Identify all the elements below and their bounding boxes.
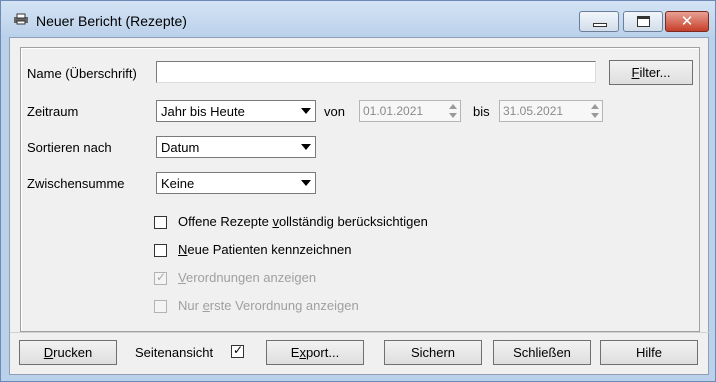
close-window-button[interactable]: ✕ [665,11,709,32]
subtotal-value: Keine [161,176,195,191]
close-icon: ✕ [680,13,694,30]
filter-button[interactable]: Filter... [609,60,693,85]
filter-label-rest: ilter... [639,65,671,80]
spinner-icon[interactable] [589,102,601,120]
spinner-icon[interactable] [447,102,459,120]
option-label-neue-patienten[interactable]: Neue Patienten kennzeichnen [178,242,351,257]
bis-label: bis [473,104,490,119]
save-button[interactable]: Sichern [384,340,482,365]
name-input[interactable] [156,61,596,83]
help-button[interactable]: Hilfe [600,340,698,365]
checkbox-erste-verordnung [154,300,167,313]
report-dialog-window: Neuer Bericht (Rezepte) ✕ Name (Überschr… [0,0,716,382]
maximize-button[interactable] [623,11,663,32]
checkbox-neue-patienten[interactable] [154,244,167,257]
minimize-button[interactable] [579,11,619,32]
von-label: von [324,104,345,119]
options-panel: Name (Überschrift) Filter... Zeitraum Ja… [20,47,700,332]
zeitraum-select[interactable]: Jahr bis Heute [156,100,316,122]
close-button[interactable]: Schließen [493,340,591,365]
sort-value: Datum [161,140,200,155]
window-title: Neuer Bericht (Rezepte) [36,13,187,29]
checkbox-offene-rezepte[interactable] [154,216,167,229]
title-bar[interactable]: Neuer Bericht (Rezepte) ✕ [1,1,715,35]
bis-date-picker[interactable]: 31.05.2021 [499,100,603,122]
export-label-rest: port... [305,345,340,360]
option-label-offene-rezepte[interactable]: Offene Rezepte vollständig berücksichtig… [178,214,428,229]
subtotal-select[interactable]: Keine [156,172,316,194]
minimize-icon [593,23,607,27]
print-label-first: D [43,345,54,360]
print-label-rest: rucken [53,345,93,360]
sort-select[interactable]: Datum [156,136,316,158]
dialog-body: Name (Überschrift) Filter... Zeitraum Ja… [9,37,710,375]
von-date-picker[interactable]: 01.01.2021 [359,100,461,122]
bis-date-value: 31.05.2021 [503,104,564,118]
chevron-down-icon[interactable] [297,173,315,193]
von-date-value: 01.01.2021 [363,104,424,118]
export-button[interactable]: Export... [266,340,364,365]
zeitraum-value: Jahr bis Heute [161,104,245,119]
check-icon: ✓ [232,343,244,357]
preview-checkbox[interactable]: ✓ [231,343,244,358]
subtotal-label: Zwischensumme [27,176,125,191]
checkbox-verordnungen: ✓ [154,270,167,285]
zeitraum-label: Zeitraum [27,104,79,119]
chevron-down-icon[interactable] [297,137,315,157]
check-icon: ✓ [155,270,167,284]
maximize-icon [637,16,650,27]
option-label-verordnungen: Verordnungen anzeigen [178,270,317,285]
option-label-erste-verordnung: Nur erste Verordnung anzeigen [178,298,359,313]
footer-divider [10,332,710,333]
printer-icon [14,13,28,25]
chevron-down-icon[interactable] [297,101,315,121]
name-label: Name (Überschrift) [27,66,137,81]
sort-label: Sortieren nach [27,140,112,155]
preview-label: Seitenansicht [135,345,214,360]
print-button[interactable]: Drucken [19,340,117,365]
